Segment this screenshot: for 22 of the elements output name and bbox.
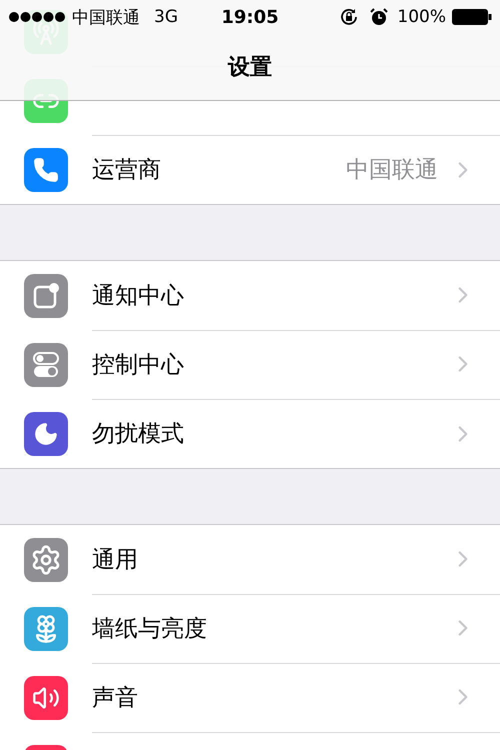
row-label[interactable]: 控制中心 xyxy=(92,348,450,380)
notification-icon xyxy=(32,282,60,310)
signal-icon xyxy=(8,11,66,23)
rotation-lock-icon xyxy=(339,7,360,27)
toggles-icon xyxy=(31,350,61,380)
row-label[interactable]: 墙纸与亮度 xyxy=(92,612,450,644)
page-title: 设置 xyxy=(226,54,273,82)
row-value: 中国联通 xyxy=(346,156,438,185)
battery-icon xyxy=(452,9,492,25)
row-label[interactable]: 勿扰模式 xyxy=(92,418,450,449)
row-label[interactable]: 运营商 xyxy=(92,154,346,185)
row-label[interactable]: 通用 xyxy=(92,544,450,574)
carrier-name: 中国联通 xyxy=(72,6,140,28)
battery-percent: 100% xyxy=(397,7,446,27)
moon-icon xyxy=(33,420,59,446)
clock-time: 19:05 xyxy=(221,6,279,28)
alarm-icon xyxy=(369,7,390,27)
row-label[interactable]: 通知中心 xyxy=(92,280,450,310)
gear-icon xyxy=(30,544,62,576)
row-label[interactable]: 声音 xyxy=(92,682,450,712)
phone-icon xyxy=(33,156,59,182)
network-type: 3G xyxy=(154,7,178,27)
